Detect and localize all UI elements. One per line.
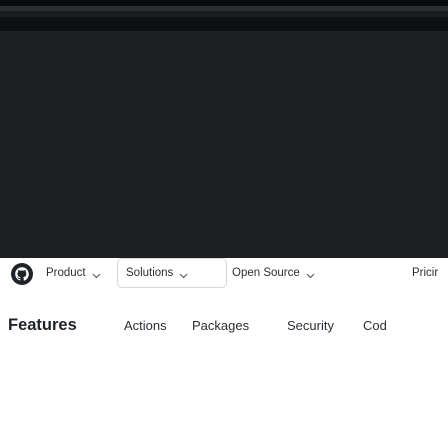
nav-item-product[interactable]: Product <box>46 258 101 288</box>
nav-item-open-source[interactable]: Open Source <box>232 258 315 288</box>
nav-item-label: Open Source <box>232 267 300 279</box>
nav-item-label: Solutions <box>126 267 174 279</box>
subnav-item-security[interactable]: Security <box>287 318 334 333</box>
subnav-item-code[interactable]: Cod <box>363 318 387 333</box>
banner-strip <box>0 17 448 31</box>
nav-item-label: Product <box>46 267 86 279</box>
subnav-item-packages[interactable]: Packages <box>192 318 249 333</box>
subnav-title[interactable]: Features <box>8 316 77 335</box>
features-subnav: Features Actions Packages Security Cod <box>0 308 448 348</box>
main-navigation: Product Solutions Open Source Pricir <box>0 254 448 298</box>
chevron-down-icon <box>306 270 315 279</box>
chevron-down-icon <box>92 270 101 279</box>
github-logo-icon[interactable] <box>10 262 34 286</box>
page: Product Solutions Open Source Pricir Fea… <box>0 0 448 448</box>
dark-banner <box>0 0 448 258</box>
chevron-down-icon <box>179 270 188 279</box>
nav-item-label: Pricir <box>412 267 439 279</box>
nav-item-pricing[interactable]: Pricir <box>412 258 438 288</box>
subnav-item-actions[interactable]: Actions <box>124 318 167 333</box>
nav-item-solutions[interactable]: Solutions <box>117 258 227 288</box>
